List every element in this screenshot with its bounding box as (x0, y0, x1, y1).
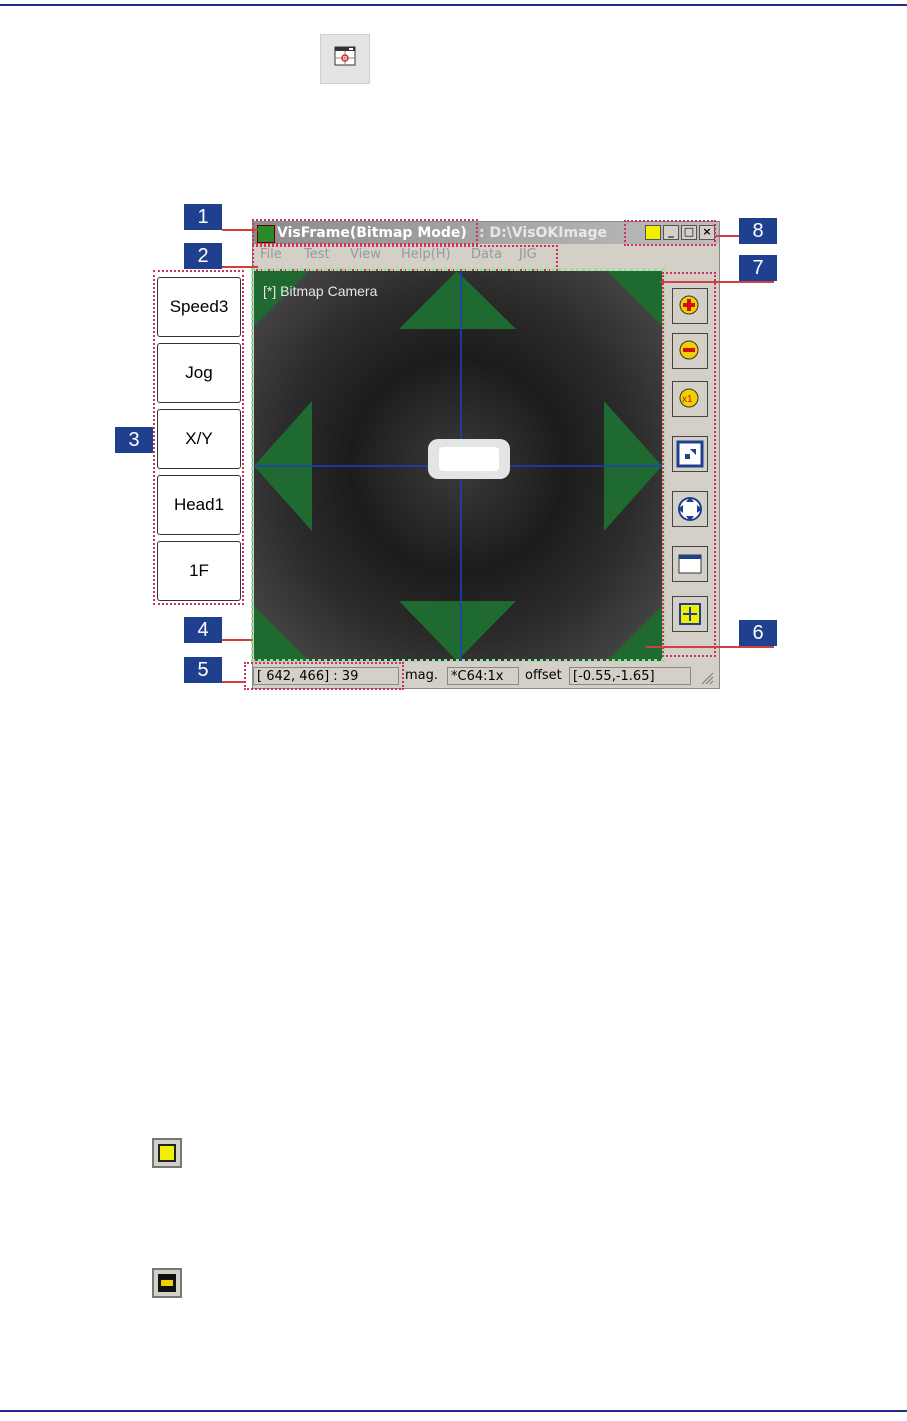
window-path: : D:\VisOKImage (479, 225, 608, 241)
top-rule (0, 4, 907, 6)
bottom-rule (0, 1410, 907, 1412)
leader-5 (222, 681, 246, 683)
status-mag-label: mag. (405, 668, 439, 683)
callout-7: 7 (739, 255, 777, 281)
highlight-window-buttons (624, 220, 716, 246)
camera-window-icon (320, 34, 370, 84)
leader-1 (222, 229, 258, 231)
highlight-toolbar (662, 272, 716, 657)
leader-4 (222, 639, 252, 641)
highlight-status (244, 662, 404, 690)
callout-8: 8 (739, 218, 777, 244)
status-mag-value: *C64:1x (447, 667, 519, 685)
highlight-title (252, 219, 478, 245)
status-offset-value: [-0.55,-1.65] (569, 667, 691, 685)
status-offset-label: offset (525, 668, 562, 683)
leader-2 (222, 266, 258, 268)
leader-7 (660, 281, 774, 283)
highlight-side-buttons (153, 270, 244, 605)
highlight-camera-view (251, 268, 665, 662)
callout-3: 3 (115, 427, 153, 453)
resize-grip-icon[interactable] (700, 671, 714, 685)
callout-5: 5 (184, 657, 222, 683)
leader-6 (646, 646, 774, 648)
color-mode-icon (152, 1138, 182, 1168)
callout-6: 6 (739, 620, 777, 646)
callout-1: 1 (184, 204, 222, 230)
callout-2: 2 (184, 243, 222, 269)
callout-4: 4 (184, 617, 222, 643)
mono-mode-icon (152, 1268, 182, 1298)
